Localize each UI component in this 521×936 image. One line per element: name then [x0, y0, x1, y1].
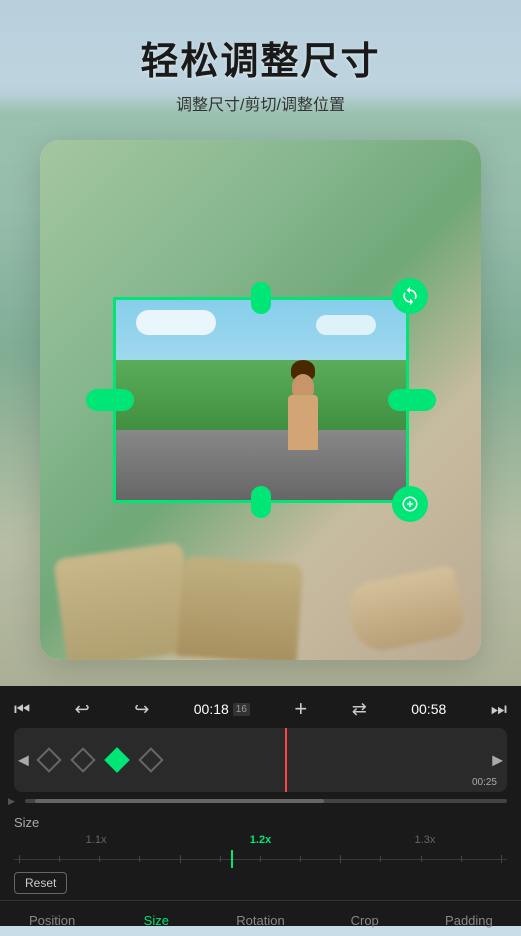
- tick-9: [340, 855, 341, 863]
- tick-6: [220, 856, 221, 862]
- subtitle: 调整尺寸/剪切/调整位置: [0, 91, 521, 115]
- ruler-track[interactable]: [14, 850, 507, 868]
- tick-1: [19, 855, 20, 863]
- rotation-handle[interactable]: [392, 278, 428, 314]
- size-control-area: Size: [0, 811, 521, 834]
- bottom-panel: ⏮ ↩ ↪ 00:18 16 + ⇄ 00:58 ⏭ ◀: [0, 686, 521, 926]
- tick-12: [461, 856, 462, 862]
- ruler-label-active: 1.2x: [250, 834, 271, 846]
- handle-right[interactable]: [388, 389, 436, 411]
- current-time: 00:18: [194, 701, 229, 717]
- keyframe-1[interactable]: [36, 747, 62, 773]
- go-to-end-icon[interactable]: ⏭: [491, 699, 507, 720]
- header: 轻松调整尺寸 调整尺寸/剪切/调整位置: [0, 0, 521, 115]
- tab-rotation[interactable]: Rotation: [208, 901, 312, 936]
- timeline-track[interactable]: ◀ 00:2: [14, 728, 507, 792]
- ruler-label-right: 1.3x: [415, 834, 436, 846]
- keyframe-4[interactable]: [138, 747, 164, 773]
- timeline-timestamp: 00:25: [472, 777, 497, 788]
- timeline-inner: [14, 728, 507, 792]
- scroll-thumb: [35, 799, 324, 803]
- add-button[interactable]: +: [294, 696, 307, 722]
- timeline-nav-left[interactable]: ◀: [18, 752, 29, 769]
- ruler-container: 1.1x 1.2x 1.3x: [0, 834, 521, 898]
- timeline-track-container: ◀ 00:2: [8, 728, 513, 807]
- keyframe-2[interactable]: [70, 747, 96, 773]
- tab-crop[interactable]: Crop: [313, 901, 417, 936]
- handle-top[interactable]: [251, 282, 271, 314]
- tab-position[interactable]: Position: [0, 901, 104, 936]
- tab-size[interactable]: Size: [104, 901, 208, 936]
- keyframe-3[interactable]: [104, 747, 130, 773]
- tick-3: [99, 856, 100, 862]
- ruler-labels: 1.1x 1.2x 1.3x: [14, 834, 507, 846]
- reset-button[interactable]: Reset: [14, 872, 67, 894]
- back-to-start-icon[interactable]: ⏮: [14, 699, 30, 720]
- tick-5: [180, 855, 181, 863]
- timeline-nav-right[interactable]: ▶: [492, 752, 503, 769]
- ruler-indicator: [231, 850, 233, 868]
- current-time-display: 00:18 16: [194, 701, 250, 717]
- ruler-ticks: [14, 850, 507, 868]
- tick-13: [501, 855, 502, 863]
- tick-11: [421, 856, 422, 862]
- keyframes-container: [20, 747, 164, 773]
- tab-padding[interactable]: Padding: [417, 901, 521, 936]
- tick-7: [260, 856, 261, 862]
- scroll-container: ▶: [8, 795, 513, 807]
- bottom-tabs: Position Size Rotation Crop Padding: [0, 900, 521, 936]
- editor-frame: [40, 140, 481, 660]
- timeline-toolbar: ⏮ ↩ ↪ 00:18 16 + ⇄ 00:58 ⏭: [0, 686, 521, 728]
- playhead: [285, 728, 287, 792]
- scroll-bar[interactable]: [25, 799, 507, 803]
- size-label: Size: [14, 815, 39, 830]
- canvas-area: [40, 140, 481, 660]
- tick-10: [380, 856, 381, 862]
- frame-number: 16: [233, 703, 250, 716]
- swap-icon[interactable]: ⇄: [352, 699, 367, 720]
- tick-8: [300, 856, 301, 862]
- reset-button-area: Reset: [14, 872, 507, 894]
- play-indicator: ▶: [8, 796, 15, 807]
- end-time-display: 00:58: [411, 701, 446, 717]
- tick-4: [139, 856, 140, 862]
- main-title: 轻松调整尺寸: [0, 30, 521, 85]
- tick-2: [59, 856, 60, 862]
- undo-icon[interactable]: ↩: [75, 699, 90, 720]
- handle-left[interactable]: [86, 389, 134, 411]
- ruler-label-left: 1.1x: [86, 834, 107, 846]
- redo-icon[interactable]: ↪: [134, 699, 149, 720]
